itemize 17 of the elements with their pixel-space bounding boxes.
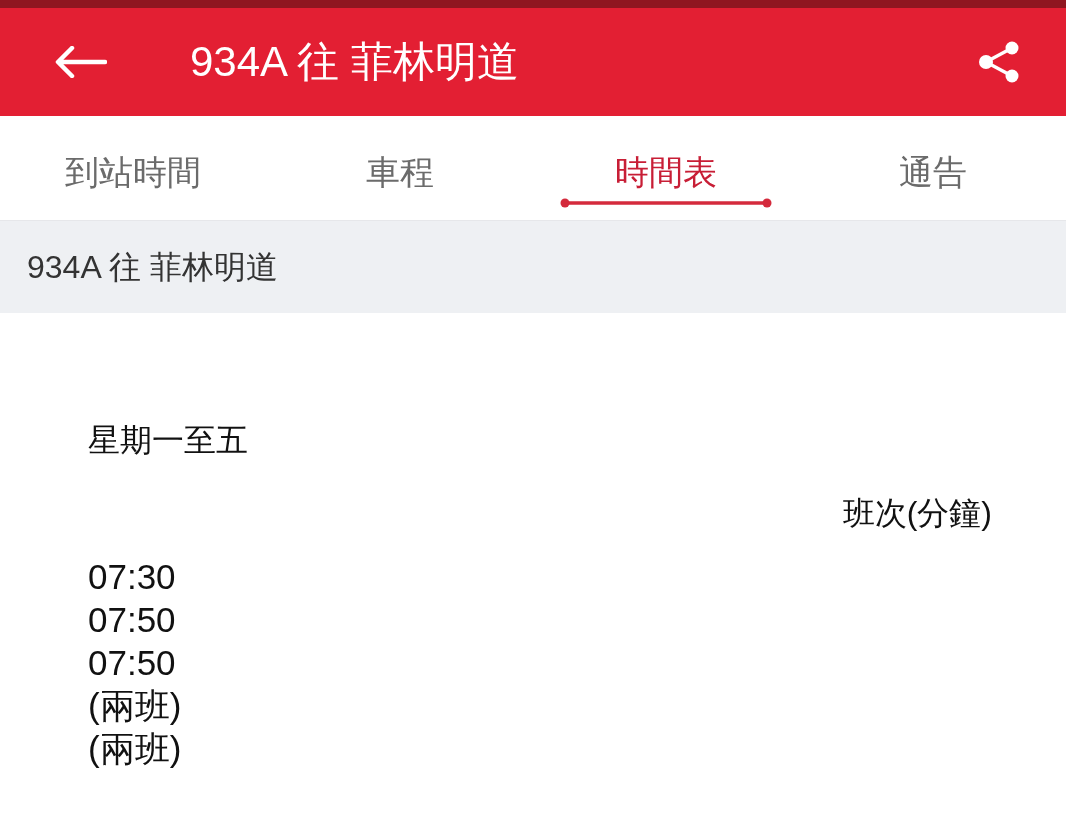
- back-arrow-icon: [55, 46, 107, 78]
- timetable-entry: 07:50: [88, 642, 177, 684]
- timetable-entry: (兩班): [88, 728, 183, 770]
- share-button[interactable]: [978, 41, 1020, 83]
- route-header-text: 934A 往 菲林明道: [27, 248, 278, 287]
- share-icon: [978, 41, 1020, 83]
- tab[interactable]: 時間表: [533, 116, 800, 220]
- day-label: 星期一至五: [88, 421, 249, 459]
- timetable-entry: 07:30: [88, 556, 177, 598]
- frequency-heading: 班次(分鐘): [841, 494, 992, 532]
- tab[interactable]: 到站時間: [0, 116, 267, 220]
- tab[interactable]: 通告: [799, 116, 1066, 220]
- timetable-entry: (兩班): [88, 685, 183, 727]
- timetable-entry: 07:50: [88, 599, 177, 641]
- app-title: 934A 往 菲林明道: [190, 37, 520, 87]
- tab[interactable]: 車程: [266, 116, 533, 220]
- back-button[interactable]: [55, 46, 107, 78]
